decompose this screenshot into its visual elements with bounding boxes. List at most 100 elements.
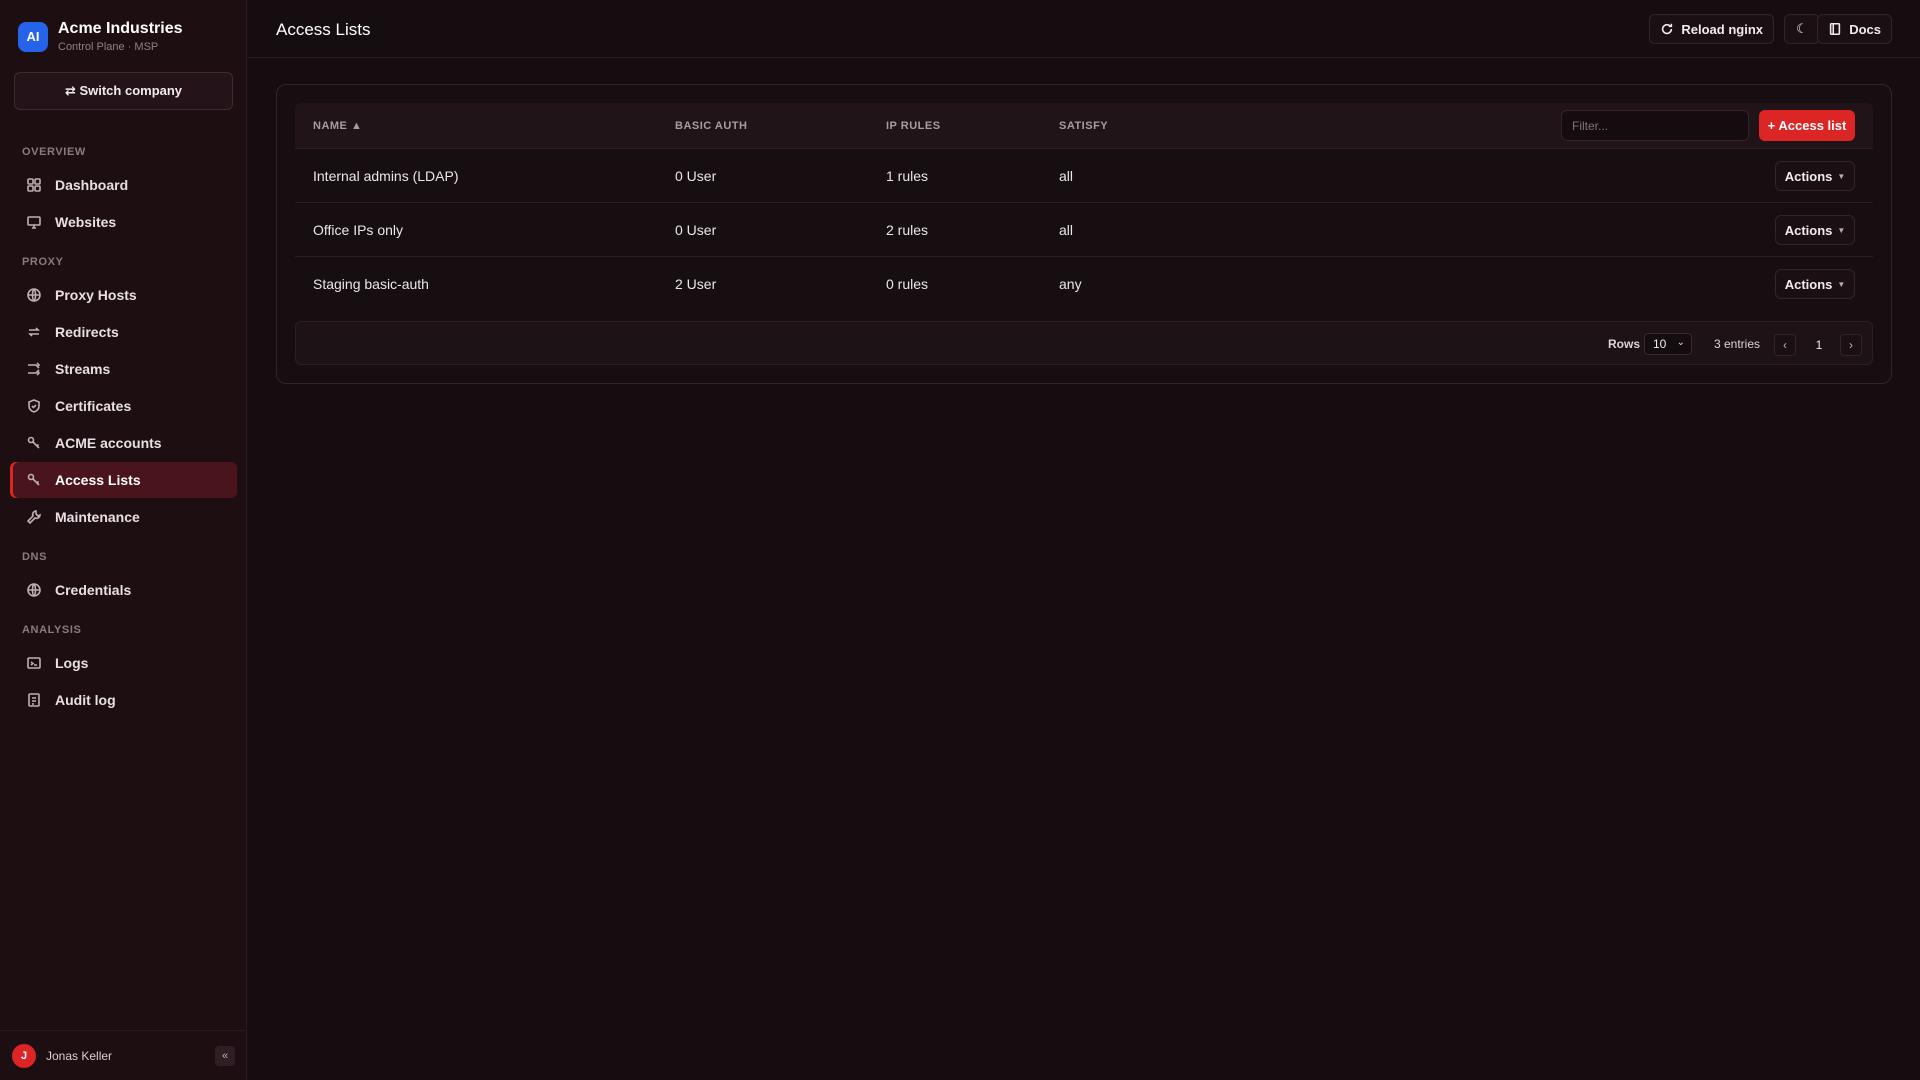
sidebar-item-audit-log[interactable]: Audit log <box>10 682 237 718</box>
sidebar-item-label: Maintenance <box>55 509 140 525</box>
brand-name: Acme Industries <box>58 20 183 37</box>
add-access-list-button[interactable]: + Access list <box>1759 110 1855 141</box>
actions-button[interactable]: Actions ▼ <box>1775 215 1855 245</box>
row-name: Office IPs only <box>313 222 404 238</box>
filter-input[interactable] <box>1561 110 1749 141</box>
globe-icon <box>26 582 42 598</box>
sidebar-item-label: Websites <box>55 214 117 230</box>
caret-down-icon: ▼ <box>1837 171 1846 181</box>
collapse-sidebar-button[interactable]: « <box>215 1046 235 1066</box>
page-number-button[interactable]: 1 <box>1808 334 1830 356</box>
sidebar-item-proxy-hosts[interactable]: Proxy Hosts <box>10 277 237 313</box>
rows-per-page-select[interactable]: 10 ⌄ <box>1644 333 1692 355</box>
sidebar-item-label: Audit log <box>55 692 116 708</box>
row-ip-rules: 0 rules <box>886 276 929 292</box>
sidebar-item-label: Credentials <box>55 582 132 598</box>
wrench-icon <box>26 509 42 525</box>
terminal-icon <box>26 655 42 671</box>
sidebar-item-label: Dashboard <box>55 177 129 193</box>
table-header: NAME ▲ BASIC AUTH IP RULES SATISFY + Acc… <box>295 103 1873 149</box>
actions-button[interactable]: Actions ▼ <box>1775 269 1855 299</box>
access-lists-card: NAME ▲ BASIC AUTH IP RULES SATISFY + Acc… <box>276 84 1892 384</box>
caret-down-icon: ▼ <box>1837 225 1846 235</box>
book-icon <box>1830 22 1841 36</box>
sidebar-item-label: Proxy Hosts <box>55 287 137 303</box>
actions-label: Actions <box>1784 168 1833 184</box>
theme-toggle-button[interactable]: ☾ <box>1784 14 1820 44</box>
chevron-down-icon: ⌄ <box>1676 337 1685 348</box>
column-name-header[interactable]: NAME ▲ <box>313 120 362 132</box>
brand[interactable]: AI Acme Industries Control Plane · MSP <box>18 20 182 53</box>
user-name[interactable]: Jonas Keller <box>46 1049 112 1063</box>
sidebar-item-label: Streams <box>55 361 111 377</box>
row-satisfy: all <box>1059 168 1074 184</box>
sidebar-item-logs[interactable]: Logs <box>10 645 237 681</box>
column-ip-rules-header[interactable]: IP RULES <box>886 120 941 132</box>
monitor-icon <box>26 214 42 230</box>
docs-button[interactable]: Docs <box>1817 14 1892 44</box>
moon-icon: ☾ <box>1796 21 1808 36</box>
row-name: Internal admins (LDAP) <box>313 168 459 184</box>
sidebar-item-dashboard[interactable]: Dashboard <box>10 167 237 203</box>
rows-per-page-value: 10 <box>1653 337 1667 351</box>
row-basic-auth: 2 User <box>675 276 717 292</box>
actions-label: Actions <box>1784 222 1833 238</box>
reload-icon <box>1662 23 1673 35</box>
row-ip-rules: 1 rules <box>886 168 929 184</box>
rows-label: Rows <box>1607 337 1640 351</box>
row-name: Staging basic-auth <box>313 276 429 292</box>
page-title: Access Lists <box>276 20 371 39</box>
table-row: Staging basic-auth 2 User 0 rules any Ac… <box>295 257 1873 311</box>
sidebar-item-streams[interactable]: Streams <box>10 351 237 387</box>
entries-count: 3 entries <box>1713 337 1760 351</box>
row-satisfy: any <box>1059 276 1082 292</box>
row-ip-rules: 2 rules <box>886 222 929 238</box>
nav-section-analysis: ANALYSIS <box>22 624 82 636</box>
reload-nginx-button[interactable]: Reload nginx <box>1649 14 1774 44</box>
sidebar-item-label: Certificates <box>55 398 132 414</box>
actions-button[interactable]: Actions ▼ <box>1775 161 1855 191</box>
brand-subtitle: Control Plane · MSP <box>58 41 159 53</box>
sidebar-item-redirects[interactable]: Redirects <box>10 314 237 350</box>
globe-icon <box>26 287 42 303</box>
sidebar-item-websites[interactable]: Websites <box>10 204 237 240</box>
next-page-button[interactable]: › <box>1840 334 1862 356</box>
sidebar-item-certificates[interactable]: Certificates <box>10 388 237 424</box>
sidebar-item-credentials[interactable]: Credentials <box>10 572 237 608</box>
sidebar-footer: J Jonas Keller « <box>0 1030 247 1080</box>
reload-nginx-label: Reload nginx <box>1681 21 1763 37</box>
row-satisfy: all <box>1059 222 1074 238</box>
sidebar-item-label: Access Lists <box>55 472 141 488</box>
avatar[interactable]: J <box>12 1043 36 1068</box>
sidebar-item-access-lists[interactable]: Access Lists <box>10 462 237 498</box>
nav-section-dns: DNS <box>22 551 48 563</box>
shield-icon <box>26 398 42 414</box>
brand-text: Acme Industries Control Plane · MSP <box>58 20 182 53</box>
caret-down-icon: ▼ <box>1837 279 1846 289</box>
key-icon <box>26 435 42 451</box>
row-basic-auth: 0 User <box>675 222 717 238</box>
table-row: Office IPs only 0 User 2 rules all Actio… <box>295 203 1873 257</box>
redirect-icon <box>26 324 42 340</box>
grid-icon <box>26 177 42 193</box>
sidebar-item-label: Logs <box>55 655 89 671</box>
access-lists-table: NAME ▲ BASIC AUTH IP RULES SATISFY + Acc… <box>295 103 1873 311</box>
column-basic-auth-header[interactable]: BASIC AUTH <box>675 120 747 132</box>
row-basic-auth: 0 User <box>675 168 717 184</box>
docs-label: Docs <box>1849 21 1881 37</box>
prev-page-button[interactable]: ‹ <box>1774 334 1796 356</box>
key-icon <box>26 472 42 488</box>
brand-logo: AI <box>18 21 48 52</box>
sidebar-item-label: ACME accounts <box>55 435 162 451</box>
pagination-bar: Rows 10 ⌄ 3 entries ‹ 1 › <box>295 321 1873 365</box>
sidebar-item-acme-accounts[interactable]: ACME accounts <box>10 425 237 461</box>
clipboard-icon <box>26 692 42 708</box>
switch-company-button[interactable]: ⇄ Switch company <box>14 72 233 110</box>
topbar: Access Lists Reload nginx ☾ Docs <box>248 0 1920 58</box>
nav-section-overview: OVERVIEW <box>22 146 86 158</box>
nav-section-proxy: PROXY <box>22 256 64 268</box>
column-satisfy-header[interactable]: SATISFY <box>1059 120 1108 132</box>
sidebar-item-label: Redirects <box>55 324 119 340</box>
sidebar-item-maintenance[interactable]: Maintenance <box>10 499 237 535</box>
shuffle-icon <box>26 361 42 377</box>
